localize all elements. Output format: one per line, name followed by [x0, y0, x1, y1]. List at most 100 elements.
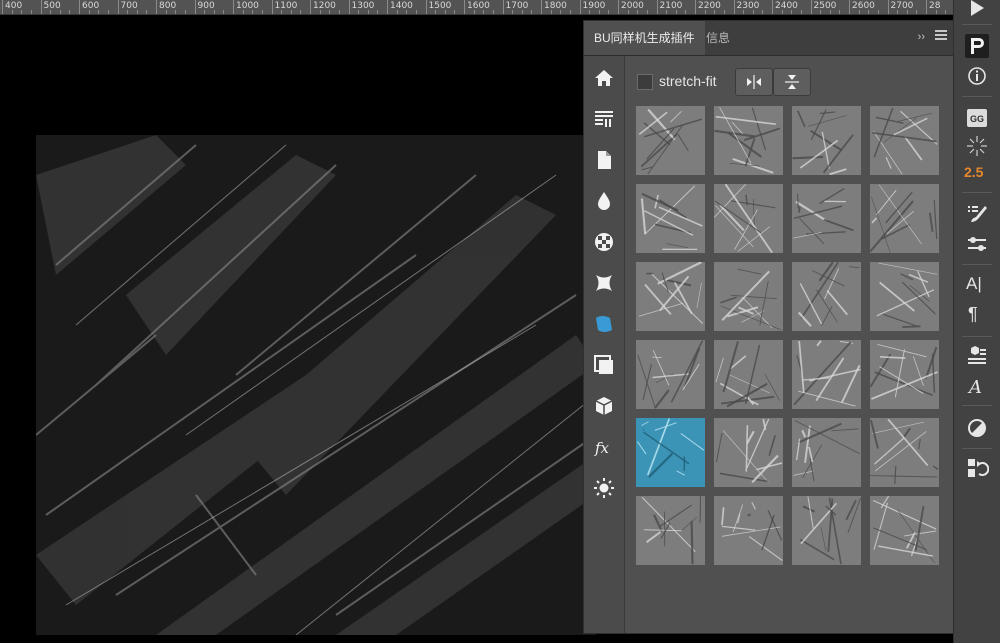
ruler-minor-tick	[820, 10, 822, 14]
texture-thumbnail[interactable]	[636, 496, 705, 565]
texture-thumbnail[interactable]	[792, 184, 861, 253]
svg-text:GG: GG	[970, 114, 984, 124]
texture-thumbnail[interactable]	[870, 496, 939, 565]
ruler-minor-tick	[945, 10, 947, 14]
texture-thumbnail[interactable]	[636, 262, 705, 331]
texture-thumbnail[interactable]	[714, 262, 783, 331]
tab-info[interactable]: 信息	[696, 21, 740, 55]
ruler-minor-tick	[30, 10, 32, 14]
plugin-logo-icon[interactable]	[965, 34, 989, 58]
ruler-minor-tick	[165, 10, 167, 14]
sun-icon[interactable]	[592, 476, 616, 500]
ruler-tick-label: 1800	[541, 0, 567, 14]
texture-thumbnail[interactable]	[792, 418, 861, 487]
texture-thumbnail[interactable]	[792, 262, 861, 331]
document-icon[interactable]	[592, 148, 616, 172]
stretch-fit-label: stretch-fit	[659, 73, 717, 89]
texture-thumbnail[interactable]	[714, 496, 783, 565]
ruler-minor-tick	[136, 10, 138, 14]
tab-bu-plugin[interactable]: BU同样机生成插件	[584, 21, 705, 55]
ruler-minor-tick	[146, 10, 148, 14]
ruler-minor-tick	[868, 10, 870, 14]
history-icon[interactable]	[965, 456, 989, 480]
ruler-minor-tick	[290, 10, 292, 14]
texture-thumbnail[interactable]	[792, 496, 861, 565]
svg-text:A: A	[967, 377, 982, 398]
layers-icon[interactable]	[592, 353, 616, 377]
ruler-minor-tick	[743, 10, 745, 14]
ruler-minor-tick	[358, 10, 360, 14]
texture-thumbnail[interactable]	[636, 184, 705, 253]
ruler-minor-tick	[319, 10, 321, 14]
ruler-minor-tick	[800, 10, 802, 14]
ruler-tick-label: 1500	[425, 0, 451, 14]
texture-thumbnail[interactable]	[792, 340, 861, 409]
ruler-tick-label: 1900	[579, 0, 605, 14]
texture-thumbnail[interactable]	[714, 106, 783, 175]
collapse-panel-button[interactable]: ››	[918, 31, 925, 43]
ruler-minor-tick	[415, 10, 417, 14]
brush-settings-icon[interactable]	[965, 202, 989, 226]
ruler-minor-tick	[916, 10, 918, 14]
warp-icon[interactable]	[592, 271, 616, 295]
texture-thumbnail[interactable]	[714, 184, 783, 253]
ruler-minor-tick	[608, 10, 610, 14]
texture-thumbnail[interactable]	[714, 340, 783, 409]
play-icon[interactable]	[965, 0, 989, 20]
fabric-icon[interactable]	[592, 312, 616, 336]
ruler-minor-tick	[396, 10, 398, 14]
ruler-minor-tick	[59, 10, 61, 14]
ruler-tick-label: 2400	[772, 0, 798, 14]
ruler-tick-label: 2300	[733, 0, 759, 14]
home-icon[interactable]	[592, 66, 616, 90]
ruler-minor-tick	[829, 10, 831, 14]
adjustments-icon[interactable]	[965, 232, 989, 256]
ruler-tick-label: 1300	[348, 0, 374, 14]
texture-thumbnail[interactable]	[870, 184, 939, 253]
gg-icon[interactable]: GG	[965, 106, 989, 130]
plastic-wrap-image	[35, 135, 597, 636]
version-label: 2.5	[964, 164, 984, 180]
texture-thumbnail[interactable]	[636, 106, 705, 175]
sparkle-icon[interactable]	[965, 134, 989, 158]
plugin-content: stretch-fit	[625, 56, 953, 633]
flip-horizontal-button[interactable]	[735, 68, 773, 96]
ruler-minor-tick	[877, 10, 879, 14]
ruler-tick-label: 28	[926, 0, 940, 14]
info-icon[interactable]	[965, 64, 989, 88]
texture-thumbnail[interactable]	[870, 106, 939, 175]
glyphs-icon[interactable]: A	[965, 374, 989, 398]
patterns-icon[interactable]	[592, 107, 616, 131]
texture-thumbnail[interactable]	[714, 418, 783, 487]
3d-properties-icon[interactable]	[965, 344, 989, 368]
ruler-minor-tick	[107, 10, 109, 14]
texture-thumbnail[interactable]	[870, 340, 939, 409]
ruler-minor-tick	[897, 10, 899, 14]
ruler-minor-tick	[261, 10, 263, 14]
ruler-minor-tick	[589, 10, 591, 14]
checker-icon[interactable]	[592, 230, 616, 254]
texture-thumbnail[interactable]	[870, 262, 939, 331]
texture-thumbnail[interactable]	[870, 418, 939, 487]
paragraph-icon[interactable]: ¶	[968, 304, 992, 328]
drop-icon[interactable]	[592, 189, 616, 213]
texture-thumbnail[interactable]	[792, 106, 861, 175]
cube-icon[interactable]	[592, 394, 616, 418]
ruler-minor-tick	[839, 10, 841, 14]
stretch-fit-checkbox[interactable]	[637, 74, 653, 90]
panel-menu-icon[interactable]	[935, 30, 947, 42]
ruler-minor-tick	[444, 10, 446, 14]
flip-vertical-button[interactable]	[773, 68, 811, 96]
ruler-tick-label: 2600	[849, 0, 875, 14]
color-adjust-icon[interactable]	[965, 416, 989, 440]
ruler-tick-label: 1200	[310, 0, 336, 14]
ruler-minor-tick	[367, 10, 369, 14]
ruler-minor-tick	[300, 10, 302, 14]
texture-thumbnail-selected[interactable]	[636, 418, 705, 487]
ruler-minor-tick	[454, 10, 456, 14]
fx-icon[interactable]: fx	[592, 435, 616, 459]
texture-thumbnail[interactable]	[636, 340, 705, 409]
flip-horizontal-icon	[747, 75, 761, 89]
character-icon[interactable]: A|	[966, 274, 990, 298]
ruler-minor-tick	[281, 10, 283, 14]
